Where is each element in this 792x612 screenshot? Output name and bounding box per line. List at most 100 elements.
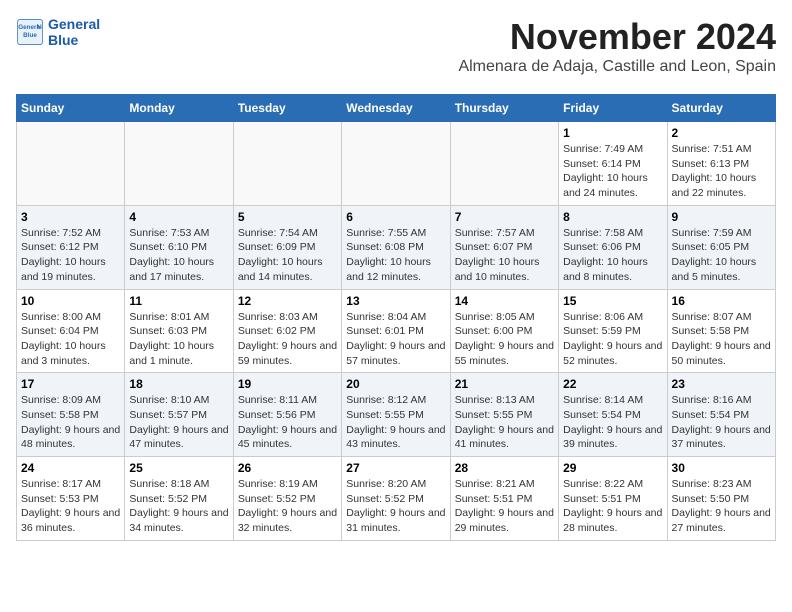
calendar-day-cell: 1 Sunrise: 7:49 AMSunset: 6:14 PMDaylight… <box>559 122 667 206</box>
weekday-header-row: SundayMondayTuesdayWednesdayThursdayFrid… <box>17 95 776 122</box>
calendar-day-cell <box>17 122 125 206</box>
day-info: Sunrise: 8:03 AMSunset: 6:02 PMDaylight:… <box>238 310 337 369</box>
day-number: 17 <box>21 377 120 391</box>
calendar-day-cell: 6Sunrise: 7:55 AMSunset: 6:08 PMDaylight… <box>342 205 450 289</box>
calendar-day-cell: 30 Sunrise: 8:23 AMSunset: 5:50 PMDayligh… <box>667 457 775 541</box>
day-info: Sunrise: 7:51 AMSunset: 6:13 PMDaylight:… <box>672 142 771 201</box>
day-number: 8 <box>563 210 662 224</box>
day-info: Sunrise: 7:54 AMSunset: 6:09 PMDaylight:… <box>238 226 337 285</box>
day-number: 10 <box>21 294 120 308</box>
calendar-day-cell: 18 Sunrise: 8:10 AMSunset: 5:57 PMDayligh… <box>125 373 233 457</box>
calendar-day-cell: 2 Sunrise: 7:51 AMSunset: 6:13 PMDaylight… <box>667 122 775 206</box>
calendar-week-row: 1 Sunrise: 7:49 AMSunset: 6:14 PMDaylight… <box>17 122 776 206</box>
calendar-day-cell: 20 Sunrise: 8:12 AMSunset: 5:55 PMDayligh… <box>342 373 450 457</box>
calendar-day-cell: 3Sunrise: 7:52 AMSunset: 6:12 PMDaylight… <box>17 205 125 289</box>
day-number: 24 <box>21 461 120 475</box>
day-info: Sunrise: 8:22 AMSunset: 5:51 PMDaylight:… <box>563 477 662 536</box>
day-info: Sunrise: 8:00 AMSunset: 6:04 PMDaylight:… <box>21 310 120 369</box>
day-number: 12 <box>238 294 337 308</box>
calendar-day-cell: 14 Sunrise: 8:05 AMSunset: 6:00 PMDayligh… <box>450 289 558 373</box>
day-number: 28 <box>455 461 554 475</box>
calendar-day-cell: 26 Sunrise: 8:19 AMSunset: 5:52 PMDayligh… <box>233 457 341 541</box>
day-info: Sunrise: 8:13 AMSunset: 5:55 PMDaylight:… <box>455 393 554 452</box>
logo: General Blue General Blue <box>16 16 100 48</box>
day-info: Sunrise: 8:16 AMSunset: 5:54 PMDaylight:… <box>672 393 771 452</box>
day-number: 18 <box>129 377 228 391</box>
weekday-header-cell: Friday <box>559 95 667 122</box>
calendar-day-cell: 8 Sunrise: 7:58 AMSunset: 6:06 PMDaylight… <box>559 205 667 289</box>
day-number: 14 <box>455 294 554 308</box>
day-number: 2 <box>672 126 771 140</box>
day-info: Sunrise: 8:12 AMSunset: 5:55 PMDaylight:… <box>346 393 445 452</box>
day-number: 25 <box>129 461 228 475</box>
day-number: 30 <box>672 461 771 475</box>
calendar-day-cell: 19Sunrise: 8:11 AMSunset: 5:56 PMDayligh… <box>233 373 341 457</box>
calendar-week-row: 24Sunrise: 8:17 AMSunset: 5:53 PMDayligh… <box>17 457 776 541</box>
logo-text-line1: General <box>48 16 100 32</box>
day-info: Sunrise: 7:59 AMSunset: 6:05 PMDaylight:… <box>672 226 771 285</box>
day-info: Sunrise: 8:05 AMSunset: 6:00 PMDaylight:… <box>455 310 554 369</box>
day-info: Sunrise: 8:11 AMSunset: 5:56 PMDaylight:… <box>238 393 337 452</box>
logo-icon: General Blue <box>16 18 44 46</box>
calendar-day-cell: 10 Sunrise: 8:00 AMSunset: 6:04 PMDayligh… <box>17 289 125 373</box>
day-info: Sunrise: 8:14 AMSunset: 5:54 PMDaylight:… <box>563 393 662 452</box>
day-number: 23 <box>672 377 771 391</box>
calendar-day-cell <box>342 122 450 206</box>
month-year: November 2024 <box>458 16 776 58</box>
day-number: 21 <box>455 377 554 391</box>
day-info: Sunrise: 7:57 AMSunset: 6:07 PMDaylight:… <box>455 226 554 285</box>
calendar-day-cell: 28 Sunrise: 8:21 AMSunset: 5:51 PMDayligh… <box>450 457 558 541</box>
calendar-week-row: 10 Sunrise: 8:00 AMSunset: 6:04 PMDayligh… <box>17 289 776 373</box>
calendar-day-cell: 11 Sunrise: 8:01 AMSunset: 6:03 PMDayligh… <box>125 289 233 373</box>
day-info: Sunrise: 7:53 AMSunset: 6:10 PMDaylight:… <box>129 226 228 285</box>
calendar-day-cell: 25 Sunrise: 8:18 AMSunset: 5:52 PMDayligh… <box>125 457 233 541</box>
calendar-day-cell: 4 Sunrise: 7:53 AMSunset: 6:10 PMDaylight… <box>125 205 233 289</box>
svg-text:Blue: Blue <box>23 32 37 39</box>
calendar-day-cell: 27Sunrise: 8:20 AMSunset: 5:52 PMDayligh… <box>342 457 450 541</box>
calendar-day-cell <box>125 122 233 206</box>
day-info: Sunrise: 8:10 AMSunset: 5:57 PMDaylight:… <box>129 393 228 452</box>
day-number: 7 <box>455 210 554 224</box>
day-number: 22 <box>563 377 662 391</box>
weekday-header-cell: Monday <box>125 95 233 122</box>
day-number: 1 <box>563 126 662 140</box>
day-number: 4 <box>129 210 228 224</box>
day-info: Sunrise: 8:06 AMSunset: 5:59 PMDaylight:… <box>563 310 662 369</box>
day-number: 29 <box>563 461 662 475</box>
calendar-day-cell: 29 Sunrise: 8:22 AMSunset: 5:51 PMDayligh… <box>559 457 667 541</box>
calendar-day-cell: 15Sunrise: 8:06 AMSunset: 5:59 PMDayligh… <box>559 289 667 373</box>
calendar-day-cell <box>450 122 558 206</box>
day-info: Sunrise: 8:07 AMSunset: 5:58 PMDaylight:… <box>672 310 771 369</box>
weekday-header-cell: Sunday <box>17 95 125 122</box>
day-info: Sunrise: 8:19 AMSunset: 5:52 PMDaylight:… <box>238 477 337 536</box>
day-number: 3 <box>21 210 120 224</box>
calendar-day-cell: 5 Sunrise: 7:54 AMSunset: 6:09 PMDaylight… <box>233 205 341 289</box>
day-info: Sunrise: 8:20 AMSunset: 5:52 PMDaylight:… <box>346 477 445 536</box>
day-info: Sunrise: 8:01 AMSunset: 6:03 PMDaylight:… <box>129 310 228 369</box>
day-number: 5 <box>238 210 337 224</box>
day-number: 26 <box>238 461 337 475</box>
calendar-day-cell: 23 Sunrise: 8:16 AMSunset: 5:54 PMDayligh… <box>667 373 775 457</box>
day-info: Sunrise: 8:23 AMSunset: 5:50 PMDaylight:… <box>672 477 771 536</box>
calendar-day-cell: 17 Sunrise: 8:09 AMSunset: 5:58 PMDayligh… <box>17 373 125 457</box>
day-number: 20 <box>346 377 445 391</box>
day-info: Sunrise: 8:09 AMSunset: 5:58 PMDaylight:… <box>21 393 120 452</box>
day-info: Sunrise: 7:58 AMSunset: 6:06 PMDaylight:… <box>563 226 662 285</box>
calendar-day-cell: 22 Sunrise: 8:14 AMSunset: 5:54 PMDayligh… <box>559 373 667 457</box>
calendar-day-cell: 24Sunrise: 8:17 AMSunset: 5:53 PMDayligh… <box>17 457 125 541</box>
calendar-day-cell: 16Sunrise: 8:07 AMSunset: 5:58 PMDayligh… <box>667 289 775 373</box>
calendar-day-cell: 21 Sunrise: 8:13 AMSunset: 5:55 PMDayligh… <box>450 373 558 457</box>
weekday-header-cell: Wednesday <box>342 95 450 122</box>
calendar-week-row: 17 Sunrise: 8:09 AMSunset: 5:58 PMDayligh… <box>17 373 776 457</box>
day-info: Sunrise: 8:18 AMSunset: 5:52 PMDaylight:… <box>129 477 228 536</box>
day-number: 11 <box>129 294 228 308</box>
day-info: Sunrise: 7:49 AMSunset: 6:14 PMDaylight:… <box>563 142 662 201</box>
day-number: 13 <box>346 294 445 308</box>
calendar-day-cell: 9Sunrise: 7:59 AMSunset: 6:05 PMDaylight… <box>667 205 775 289</box>
day-number: 6 <box>346 210 445 224</box>
weekday-header-cell: Saturday <box>667 95 775 122</box>
calendar-day-cell <box>233 122 341 206</box>
location: Almenara de Adaja, Castille and Leon, Sp… <box>458 58 776 76</box>
calendar-day-cell: 12 Sunrise: 8:03 AMSunset: 6:02 PMDayligh… <box>233 289 341 373</box>
day-info: Sunrise: 8:21 AMSunset: 5:51 PMDaylight:… <box>455 477 554 536</box>
